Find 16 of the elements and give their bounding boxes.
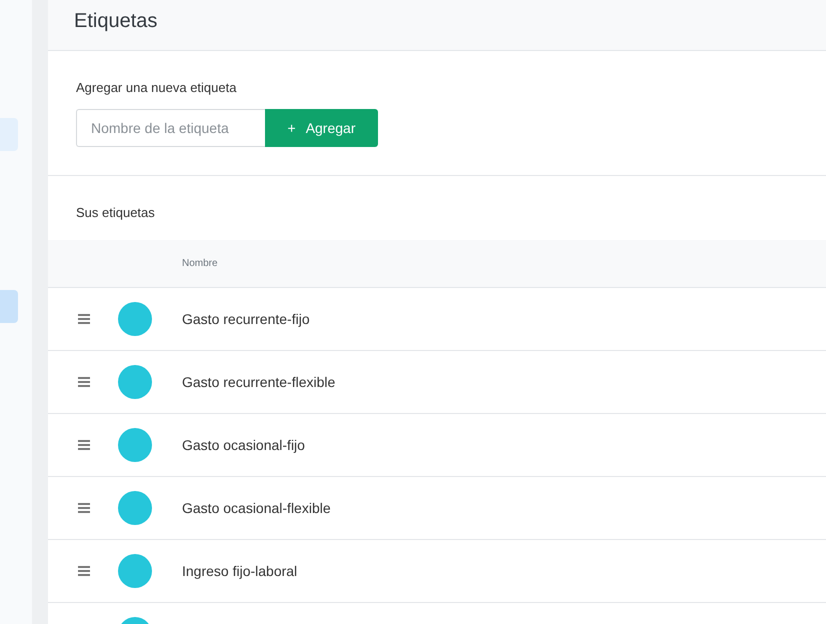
- drag-handle-icon[interactable]: [78, 503, 90, 513]
- add-button[interactable]: + Agregar: [265, 109, 378, 147]
- input-field[interactable]: Nombre de la etiqueta: [76, 109, 265, 147]
- drag-handle-icon[interactable]: [78, 566, 90, 576]
- form-label: Agregar una nueva etiqueta: [76, 80, 238, 95]
- column-header: Nombre: [182, 258, 218, 269]
- page-title: Etiquetas: [74, 10, 158, 32]
- tag-name: Gasto recurrente-flexible: [182, 374, 336, 390]
- section-title: Sus etiquetas: [75, 204, 156, 222]
- drag-handle-icon[interactable]: [78, 377, 90, 387]
- tag-name: Gasto ocasional-flexible: [182, 500, 331, 516]
- drag-handle-icon[interactable]: [78, 314, 90, 324]
- tag-name: Gasto recurrente-fijo: [182, 311, 310, 327]
- tag-name: Gasto ocasional-fijo: [182, 437, 305, 453]
- drag-handle-icon[interactable]: [78, 440, 90, 450]
- tag-name: Ingreso fijo-laboral: [182, 563, 298, 579]
